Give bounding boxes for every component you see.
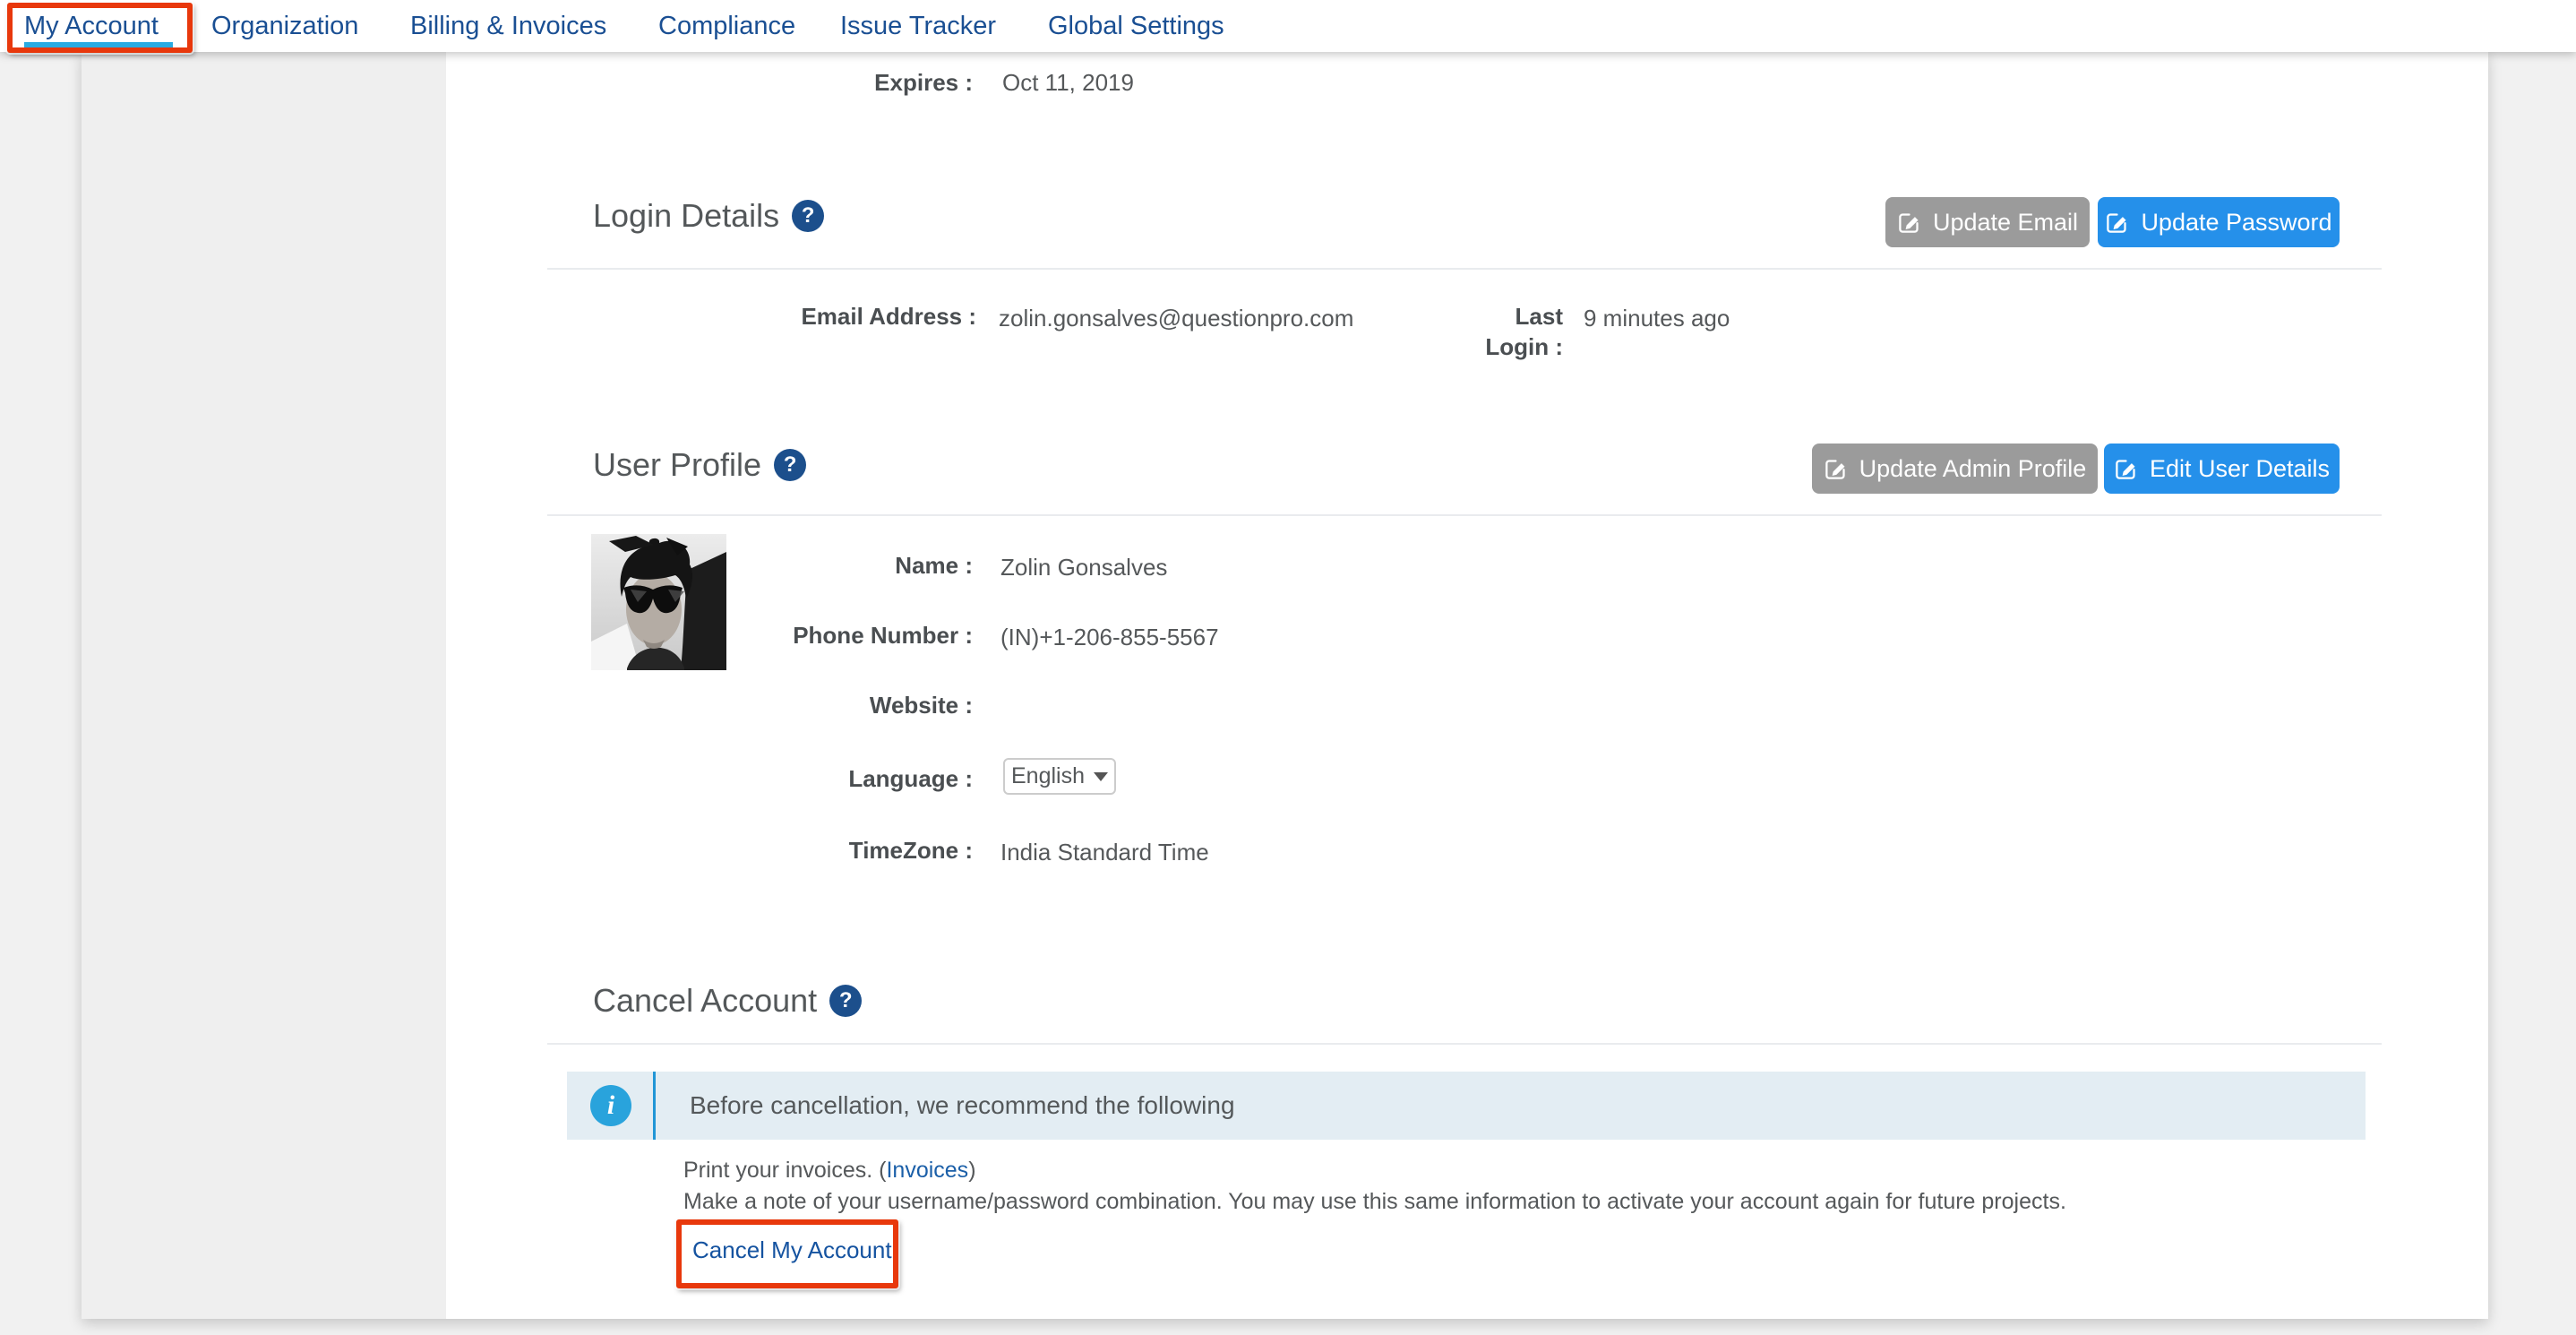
language-label: Language : bbox=[708, 763, 973, 794]
timezone-value: India Standard Time bbox=[1000, 837, 1209, 867]
phone-number-label: Phone Number : bbox=[708, 620, 973, 650]
left-sidebar-panel bbox=[82, 52, 446, 1319]
cancel-account-title-text: Cancel Account bbox=[593, 982, 817, 1020]
section-divider bbox=[547, 514, 2382, 516]
timezone-label: TimeZone : bbox=[708, 835, 973, 866]
tab-compliance[interactable]: Compliance bbox=[658, 0, 795, 52]
info-box-heading: Before cancellation, we recommend the fo… bbox=[690, 1072, 1235, 1140]
expires-value: Oct 11, 2019 bbox=[1002, 67, 1134, 98]
user-profile-title-text: User Profile bbox=[593, 446, 761, 484]
language-selected-value: English bbox=[1011, 763, 1085, 789]
login-details-help-icon[interactable]: ? bbox=[792, 200, 824, 232]
update-password-label: Update Password bbox=[2141, 209, 2331, 237]
invoices-link[interactable]: Invoices bbox=[886, 1158, 968, 1183]
edit-icon bbox=[1897, 211, 1921, 235]
tab-global-settings[interactable]: Global Settings bbox=[1048, 0, 1224, 52]
update-password-button[interactable]: Update Password bbox=[2098, 197, 2340, 247]
section-divider bbox=[547, 268, 2382, 270]
active-tab-underline bbox=[24, 42, 173, 48]
tab-billing-invoices[interactable]: Billing & Invoices bbox=[410, 0, 606, 52]
cancel-account-help-icon[interactable]: ? bbox=[829, 985, 862, 1017]
language-dropdown[interactable]: English bbox=[1003, 758, 1116, 795]
user-profile-help-icon[interactable]: ? bbox=[774, 449, 806, 481]
profile-avatar-image bbox=[591, 534, 726, 670]
user-profile-title: User Profile ? bbox=[593, 446, 806, 484]
page: My Account Organization Billing & Invoic… bbox=[0, 0, 2576, 1335]
edit-icon bbox=[2114, 457, 2138, 481]
last-login-value: 9 minutes ago bbox=[1584, 303, 1730, 333]
print-invoices-text: Print your invoices. ( bbox=[683, 1158, 886, 1183]
top-navigation: My Account Organization Billing & Invoic… bbox=[0, 0, 2576, 52]
tab-issue-tracker[interactable]: Issue Tracker bbox=[840, 0, 996, 52]
print-invoices-text-suffix: ) bbox=[968, 1158, 975, 1183]
email-address-label: Email Address : bbox=[797, 301, 976, 332]
name-value: Zolin Gonsalves bbox=[1000, 552, 1167, 582]
edit-user-details-label: Edit User Details bbox=[2150, 455, 2330, 483]
update-email-label: Update Email bbox=[1933, 209, 2078, 237]
edit-icon bbox=[2105, 211, 2129, 235]
login-details-title: Login Details ? bbox=[593, 197, 824, 235]
login-details-title-text: Login Details bbox=[593, 197, 779, 235]
cancel-my-account-link[interactable]: Cancel My Account bbox=[692, 1236, 892, 1264]
info-box-accent-line bbox=[653, 1072, 656, 1140]
tab-organization[interactable]: Organization bbox=[211, 0, 358, 52]
name-label: Name : bbox=[708, 550, 973, 581]
update-email-button[interactable]: Update Email bbox=[1885, 197, 2090, 247]
settings-panel: Expires : Oct 11, 2019 Login Details ? U… bbox=[82, 52, 2488, 1319]
update-admin-profile-button[interactable]: Update Admin Profile bbox=[1812, 444, 2098, 494]
chevron-down-icon bbox=[1094, 772, 1108, 781]
email-address-value: zolin.gonsalves@questionpro.com bbox=[999, 303, 1353, 333]
last-login-label: Last Login : bbox=[1464, 301, 1563, 362]
website-label: Website : bbox=[708, 690, 973, 720]
print-invoices-line: Print your invoices. (Invoices) bbox=[683, 1158, 976, 1184]
username-password-note-line: Make a note of your username/password co… bbox=[683, 1189, 2066, 1215]
edit-user-details-button[interactable]: Edit User Details bbox=[2104, 444, 2340, 494]
expires-label: Expires : bbox=[762, 67, 973, 98]
section-divider bbox=[547, 1043, 2382, 1045]
edit-icon bbox=[1824, 457, 1848, 481]
cancel-account-title: Cancel Account ? bbox=[593, 982, 862, 1020]
info-icon: i bbox=[590, 1085, 631, 1126]
update-admin-profile-label: Update Admin Profile bbox=[1859, 455, 2087, 483]
phone-number-value: (IN)+1-206-855-5567 bbox=[1000, 622, 1219, 652]
